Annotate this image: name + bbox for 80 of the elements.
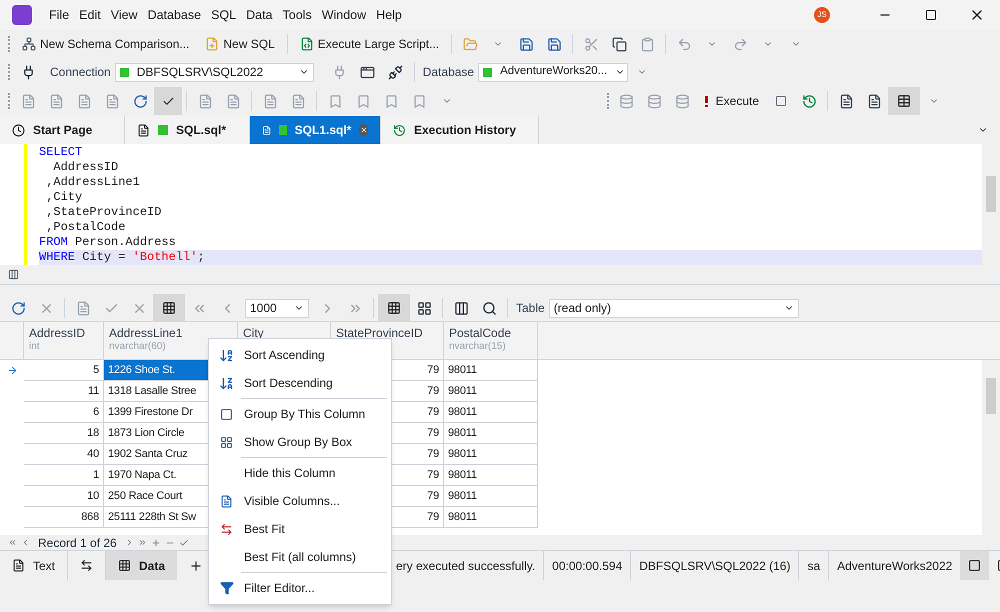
database-name: AdventureWorks2022 (836, 558, 954, 574)
server-name: DBFSQLSRV\SQL2022 (16) (631, 551, 800, 580)
table-cell: 98011 (444, 465, 538, 486)
vertical-scrollbar[interactable] (982, 360, 1000, 535)
toolbar-button[interactable]: New Schema Comparison... (14, 32, 198, 56)
group-box-icon (220, 436, 233, 448)
view-tab[interactable]: Data (106, 551, 178, 580)
columns-icon (220, 494, 233, 508)
document-icon (137, 124, 150, 136)
first-record-icon[interactable] (8, 538, 17, 547)
table-cell: 98011 (444, 402, 538, 423)
elapsed-time: 00:00:00.594 (544, 551, 632, 580)
close-icon[interactable] (359, 124, 368, 136)
table-cell: 6 (24, 402, 104, 423)
filter-icon (220, 581, 234, 595)
menu-item[interactable]: Data (241, 6, 278, 24)
context-menu-item[interactable]: Best Fit (all columns) (209, 543, 391, 571)
app-logo-icon (12, 5, 32, 25)
check-icon[interactable] (178, 538, 189, 548)
menu-item[interactable]: Tools (278, 6, 317, 24)
table-cell: 868 (24, 507, 104, 528)
schema-icon (22, 37, 36, 51)
table-cell: 40 (24, 444, 104, 465)
document-tab[interactable]: SQL1.sql* (250, 116, 381, 144)
sort-ascending-icon (219, 348, 234, 362)
connection-dropdown[interactable]: DBFSQLSRV\SQL2022 (114, 62, 314, 82)
previous-record-icon[interactable] (21, 538, 30, 547)
menu-item[interactable]: File (44, 6, 74, 24)
document-icon (262, 124, 272, 136)
table-cell: 10 (24, 486, 104, 507)
table-cell: 98011 (444, 486, 538, 507)
new-file-icon (205, 37, 220, 51)
table-cell: 98011 (444, 360, 538, 381)
context-menu-item[interactable]: Filter Editor... (209, 574, 391, 602)
menu-item[interactable]: SQL (206, 6, 242, 24)
record-counter: Record 1 of 26 (37, 534, 118, 552)
view-tab[interactable]: Text (0, 551, 68, 580)
script-icon (300, 37, 314, 51)
table-dropdown[interactable]: (read only) (548, 298, 799, 318)
execute-button[interactable]: Execute (696, 89, 767, 113)
user-avatar[interactable]: JS (814, 7, 830, 23)
add-record-icon[interactable] (150, 538, 161, 548)
table-cell: 98011 (444, 423, 538, 444)
toolbar-button[interactable]: New SQL (197, 32, 283, 56)
table-cell: 98011 (444, 444, 538, 465)
column-header[interactable]: AddressID int (24, 322, 104, 359)
table-cell: 1 (24, 465, 104, 486)
connection-label: Connection (50, 64, 111, 81)
table-cell: 98011 (444, 507, 538, 528)
user-name: sa (799, 551, 830, 580)
grid-view-icon[interactable] (378, 294, 410, 322)
exclamation-icon (704, 96, 708, 106)
table-label: Table (516, 300, 545, 317)
column-header[interactable]: PostalCode nvarchar(15) (444, 322, 538, 359)
clock-icon (12, 124, 25, 136)
table-cell: 11 (24, 381, 104, 402)
table-cell: 18 (24, 423, 104, 444)
group-icon (220, 408, 233, 420)
grid-icon[interactable] (153, 294, 185, 322)
toolbar-button[interactable]: Execute Large Script... (292, 32, 448, 56)
grid-icon (118, 559, 132, 572)
menu-item[interactable]: Window (316, 6, 372, 24)
status-message: ery executed successfully. (396, 551, 544, 580)
last-record-icon[interactable] (138, 538, 147, 547)
database-label: Database (422, 64, 474, 81)
check-icon[interactable] (154, 87, 182, 115)
database-dropdown[interactable]: AdventureWorks20... (478, 62, 628, 82)
sort-descending-icon (219, 376, 234, 390)
table-cell: 98011 (444, 381, 538, 402)
split-icon[interactable] (8, 269, 19, 280)
table-icon[interactable] (888, 87, 920, 115)
panel-toggle-icon[interactable] (960, 551, 990, 580)
page-size-dropdown[interactable]: 1000 (245, 298, 309, 318)
history-icon (393, 124, 406, 136)
menu-item[interactable]: Help (371, 6, 407, 24)
menu-item[interactable]: Database (142, 6, 206, 24)
best-fit-icon (220, 522, 233, 536)
menu-item[interactable]: View (106, 6, 143, 24)
document-icon (12, 559, 25, 572)
menu-item[interactable]: Edit (74, 6, 106, 24)
